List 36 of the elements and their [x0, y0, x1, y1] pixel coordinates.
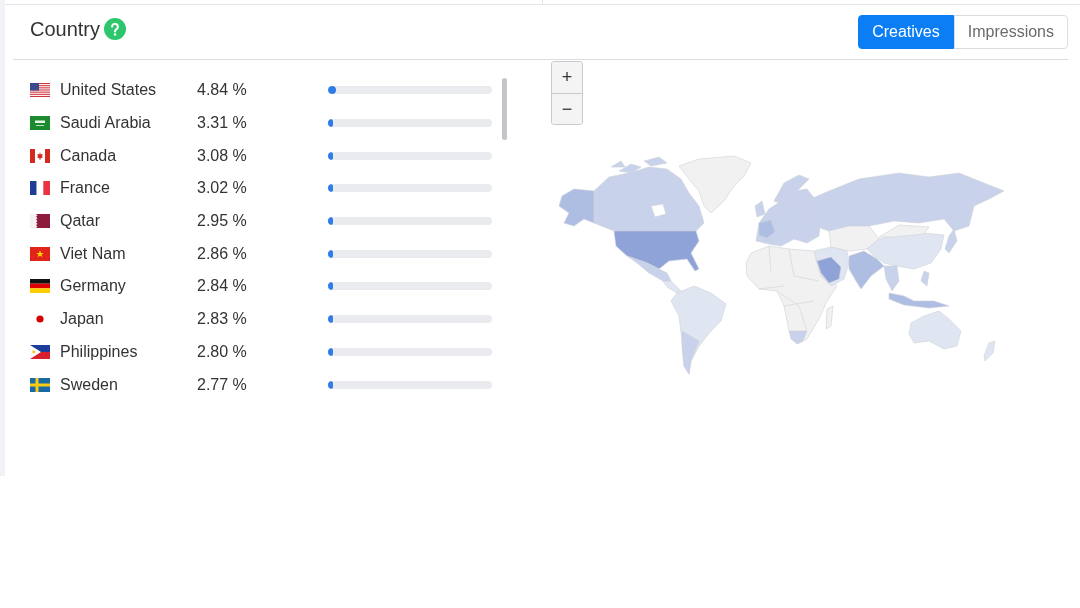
country-share: 3.31 %	[197, 113, 248, 134]
zoom-button[interactable]: −	[552, 93, 582, 124]
zoom-button[interactable]: +	[552, 62, 582, 93]
country-share: 2.86 %	[197, 243, 248, 264]
country-share: 2.77 %	[197, 374, 248, 395]
country-share: 4.84 %	[197, 80, 248, 101]
flag-icon	[30, 214, 50, 229]
country-name: Sweden	[60, 374, 119, 395]
country-share: 3.02 %	[197, 178, 248, 199]
flag-icon	[30, 83, 50, 98]
country-name: Saudi Arabia	[60, 113, 152, 134]
flag-icon	[30, 148, 50, 163]
help-icon[interactable]	[104, 18, 127, 40]
country-share: 2.95 %	[197, 211, 248, 232]
country-name: Germany	[60, 276, 127, 297]
country-name: Viet Nam	[60, 243, 127, 264]
country-name: Philippines	[60, 341, 139, 362]
country-name: United States	[60, 80, 158, 101]
flag-icon	[30, 116, 50, 131]
country-name: Qatar	[60, 211, 101, 232]
flag-icon	[30, 181, 50, 196]
country-share: 2.83 %	[197, 309, 248, 330]
country-share: 2.80 %	[197, 341, 248, 362]
country-share: 2.84 %	[197, 276, 248, 297]
section-title: Country	[30, 17, 101, 42]
toggle-tab[interactable]: Creatives	[858, 15, 954, 49]
country-name: Japan	[60, 309, 105, 330]
scrollbar-thumb[interactable]	[502, 78, 507, 140]
flag-icon	[30, 344, 50, 359]
flag-icon	[30, 377, 50, 392]
flag-icon	[30, 279, 50, 294]
country-share: 3.08 %	[197, 145, 248, 166]
country-name: Canada	[60, 145, 118, 166]
country-name: France	[60, 178, 111, 199]
flag-icon	[30, 246, 50, 261]
toggle-tab[interactable]: Impressions	[953, 15, 1068, 49]
